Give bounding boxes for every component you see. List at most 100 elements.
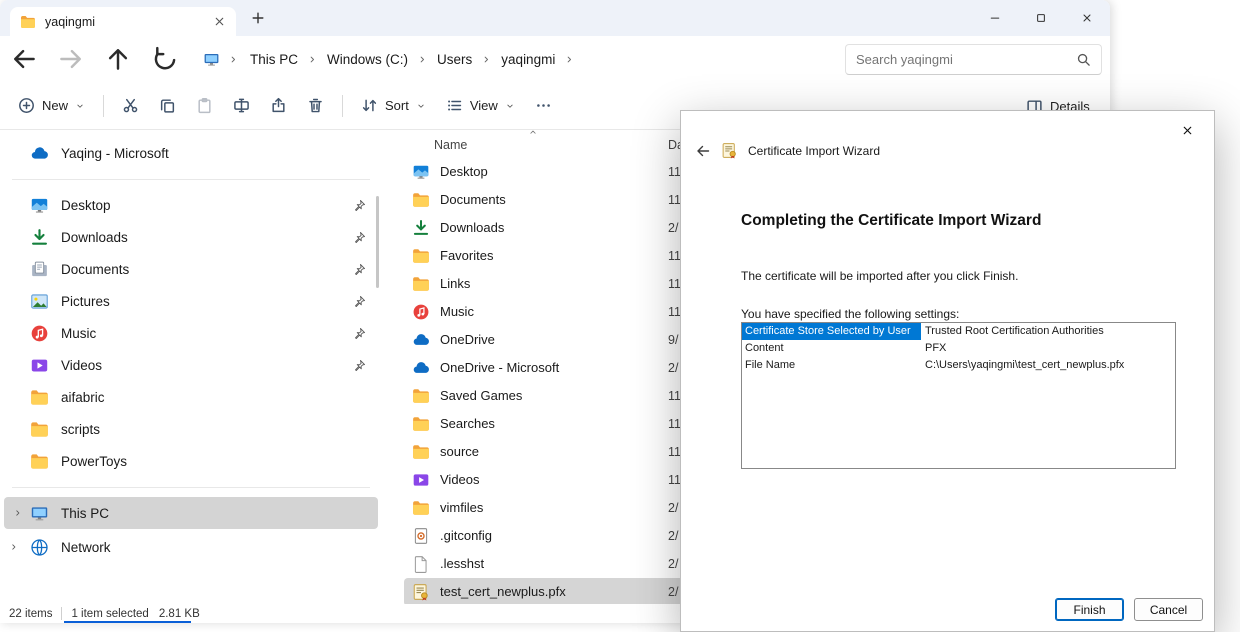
chevron-down-icon (75, 101, 85, 111)
certificate-icon (412, 583, 430, 601)
copy-button[interactable] (149, 89, 186, 123)
maximize-icon (1035, 12, 1047, 24)
dialog-header: Certificate Import Wizard (695, 142, 880, 159)
forward-button[interactable] (57, 45, 85, 73)
file-date-modified: 2/ (668, 221, 678, 235)
chevron-down-icon (505, 101, 515, 111)
cancel-button[interactable]: Cancel (1134, 598, 1203, 621)
settings-list[interactable]: Certificate Store Selected by User Trust… (741, 322, 1176, 469)
sidebar-item-label: Downloads (61, 230, 128, 245)
sidebar-item-documents[interactable]: Documents (0, 253, 382, 285)
file-name: Links (440, 276, 470, 291)
dialog-close-button[interactable] (1172, 117, 1202, 143)
music-icon (30, 324, 49, 343)
back-button[interactable] (10, 45, 38, 73)
tab-close-icon[interactable] (213, 15, 226, 28)
breadcrumb: This PC Windows (C:) Users yaqingmi (203, 49, 577, 70)
breadcrumb-item-users[interactable]: Users (430, 49, 479, 70)
new-button[interactable]: New (8, 89, 95, 123)
folder-icon (412, 499, 430, 517)
view-button-label: View (470, 98, 498, 113)
setting-row[interactable]: Content PFX (742, 340, 1175, 357)
refresh-button[interactable] (151, 45, 179, 73)
chevron-right-icon (417, 54, 428, 65)
see-more-button[interactable] (525, 89, 562, 123)
delete-button[interactable] (297, 89, 334, 123)
chevron-right-icon[interactable] (13, 508, 23, 518)
new-tab-button[interactable] (250, 10, 266, 26)
setting-row[interactable]: Certificate Store Selected by User Trust… (742, 323, 1175, 340)
maximize-button[interactable] (1018, 0, 1064, 36)
document-icon (30, 260, 49, 279)
share-icon (270, 97, 287, 114)
sidebar-item-this-pc[interactable]: This PC (4, 497, 378, 529)
dialog-back-button[interactable] (695, 143, 711, 159)
sidebar-item-aifabric[interactable]: aifabric (0, 381, 382, 413)
breadcrumb-item-this-pc[interactable]: This PC (243, 49, 305, 70)
sort-button[interactable]: Sort (351, 89, 436, 123)
column-header-name[interactable]: Name (434, 138, 467, 152)
paste-button[interactable] (186, 89, 223, 123)
minimize-icon (989, 12, 1001, 24)
setting-value: PFX (921, 340, 950, 357)
sidebar-item-desktop[interactable]: Desktop (0, 189, 382, 221)
chevron-right-icon[interactable] (9, 542, 19, 552)
file-name: Favorites (440, 248, 493, 263)
folder-icon (20, 14, 36, 30)
sidebar-item-music[interactable]: Music (0, 317, 382, 349)
file-name: .lesshst (440, 556, 484, 571)
search-input[interactable] (856, 52, 1076, 67)
folder-icon (412, 191, 430, 209)
search-box[interactable] (845, 44, 1102, 75)
explorer-tab[interactable]: yaqingmi (10, 7, 236, 36)
sidebar-item-label: Pictures (61, 294, 110, 309)
sidebar-item-scripts[interactable]: scripts (0, 413, 382, 445)
finish-button[interactable]: Finish (1055, 598, 1124, 621)
desktop-icon (30, 196, 49, 215)
folder-icon (412, 275, 430, 293)
sidebar-item-label: Network (61, 540, 111, 555)
minimize-button[interactable] (972, 0, 1018, 36)
share-button[interactable] (260, 89, 297, 123)
this-pc-icon (203, 51, 220, 68)
file-name: test_cert_newplus.pfx (440, 584, 566, 599)
status-divider (61, 607, 62, 620)
view-button[interactable]: View (436, 89, 525, 123)
picture-icon (30, 292, 49, 311)
file-date-modified: 2/ (668, 361, 678, 375)
rename-button[interactable] (223, 89, 260, 123)
breadcrumb-item-windows-c[interactable]: Windows (C:) (320, 49, 415, 70)
cut-button[interactable] (112, 89, 149, 123)
ellipsis-icon (535, 97, 552, 114)
file-icon (412, 555, 430, 573)
sidebar-item-powertoys[interactable]: PowerToys (0, 445, 382, 477)
setting-row[interactable]: File Name C:\Users\yaqingmi\test_cert_ne… (742, 357, 1175, 374)
up-button[interactable] (104, 45, 132, 73)
sidebar-item-onedrive[interactable]: Yaqing - Microsoft (0, 136, 382, 170)
sidebar-scrollbar[interactable] (376, 196, 379, 288)
sidebar-item-pictures[interactable]: Pictures (0, 285, 382, 317)
download-icon (412, 219, 430, 237)
sort-icon (361, 97, 378, 114)
sort-ascending-indicator (528, 130, 538, 137)
setting-key: Content (742, 340, 921, 357)
sidebar-item-label: Yaqing - Microsoft (61, 146, 169, 161)
file-name: .gitconfig (440, 528, 492, 543)
sidebar-item-videos[interactable]: Videos (0, 349, 382, 381)
pin-icon (353, 199, 366, 212)
sidebar-item-downloads[interactable]: Downloads (0, 221, 382, 253)
folder-icon (412, 247, 430, 265)
sidebar-divider (12, 487, 370, 488)
sidebar-item-network[interactable]: Network (0, 531, 382, 563)
setting-key: File Name (742, 357, 921, 374)
file-name: Videos (440, 472, 480, 487)
close-button[interactable] (1064, 0, 1110, 36)
pin-icon (353, 231, 366, 244)
trash-icon (307, 97, 324, 114)
breadcrumb-item-yaqingmi[interactable]: yaqingmi (494, 49, 562, 70)
folder-icon (30, 452, 49, 471)
tab-bar: yaqingmi (0, 0, 1110, 36)
chevron-right-icon (307, 54, 318, 65)
file-date-modified: 2/ (668, 557, 678, 571)
folder-icon (30, 420, 49, 439)
